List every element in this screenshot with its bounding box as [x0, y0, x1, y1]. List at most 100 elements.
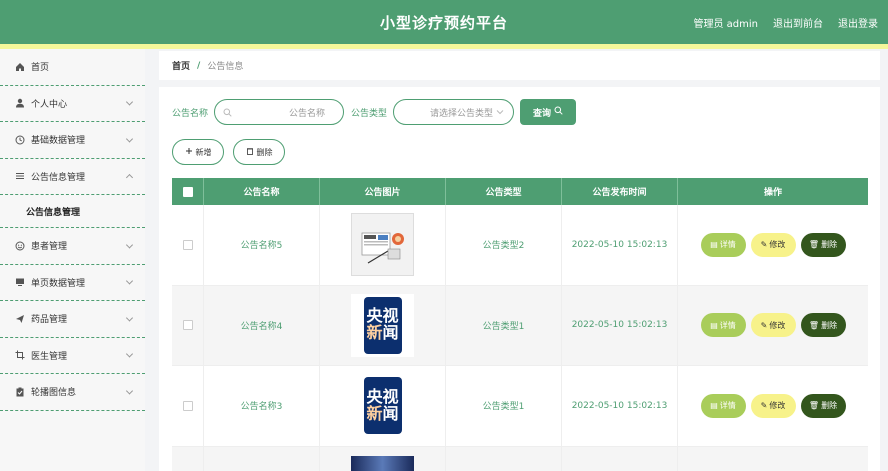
- cctv-news-logo: 央视 新闻: [363, 377, 402, 435]
- sidebar-item-single-page[interactable]: 单页数据管理: [0, 265, 145, 301]
- trash-icon: 🗑: [808, 401, 820, 411]
- chevron-down-icon: [125, 277, 134, 285]
- clock-icon: [15, 135, 25, 145]
- notice-name-input[interactable]: 公告名称: [214, 99, 345, 125]
- sidebar: 首页 个人中心 基础数据管理 公告信息管理 公告信息管理 患者管理 单页数据管理: [0, 49, 145, 471]
- row-check-cell: [172, 285, 204, 365]
- logout-link[interactable]: 退出登录: [838, 15, 878, 30]
- breadcrumb: 首页 / 公告信息: [159, 51, 880, 80]
- chevron-down-icon: [125, 350, 134, 358]
- notice-type-cell: 公告类型2: [446, 205, 562, 285]
- sidebar-item-label: 公告信息管理: [31, 172, 86, 183]
- search-button[interactable]: 查询: [520, 99, 577, 125]
- ops-cell: ▤ 详情 ✎ 修改 🗑 删除: [678, 286, 868, 366]
- trash-icon: [246, 147, 254, 157]
- trash-icon: 🗑: [808, 320, 820, 330]
- row-checkbox[interactable]: [182, 239, 193, 250]
- sidebar-item-label: 药品管理: [31, 315, 68, 326]
- cctv-news-logo-image[interactable]: 央视 新闻: [351, 293, 414, 357]
- detail-button[interactable]: ▤ 详情: [700, 393, 746, 418]
- notice-name-cell: 公告名称5: [204, 205, 320, 285]
- row-checkbox[interactable]: [182, 320, 193, 331]
- edit-label: 修改: [769, 240, 786, 250]
- sidebar-item-home[interactable]: 首页: [0, 49, 145, 86]
- select-all-checkbox[interactable]: [182, 186, 193, 197]
- sidebar-item-label: 医生管理: [31, 351, 68, 362]
- notice-time-cell: [562, 446, 678, 471]
- edit-button[interactable]: ✎ 修改: [750, 232, 796, 257]
- notice-time-cell: 2022-05-10 15:02:13: [562, 285, 678, 365]
- col-header-ops: 操作: [763, 188, 782, 198]
- table-row: 公告名称4 央视 新闻 公告类型1 2022-05-10 15:02:13 ▤ 详…: [172, 285, 868, 366]
- sidebar-item-notice[interactable]: 公告信息管理: [0, 159, 145, 195]
- logo-char: 闻: [382, 403, 399, 423]
- search-icon: [554, 106, 563, 118]
- breadcrumb-home[interactable]: 首页: [172, 59, 190, 72]
- table-row-partial: [172, 446, 868, 471]
- chevron-down-icon: [125, 387, 134, 395]
- sidebar-item-medicine[interactable]: 药品管理: [0, 301, 145, 338]
- notice-image-partial[interactable]: [351, 455, 414, 471]
- notice-time-cell: 2022-05-10 15:02:13: [562, 366, 678, 446]
- delete-button[interactable]: 🗑 删除: [800, 313, 846, 338]
- row-checkbox[interactable]: [182, 400, 193, 411]
- sidebar-item-label: 个人中心: [31, 99, 68, 110]
- col-header-name: 公告名称: [204, 178, 320, 205]
- pencil-icon: ✎: [760, 320, 768, 330]
- logo-char: 闻: [382, 323, 399, 343]
- trash-icon: 🗑: [808, 240, 820, 250]
- delete-button[interactable]: 🗑 删除: [800, 232, 846, 257]
- notice-type-cell: 公告类型1: [446, 366, 562, 446]
- sidebar-item-profile[interactable]: 个人中心: [0, 86, 145, 122]
- col-header-type: 公告类型: [446, 178, 562, 205]
- chevron-down-icon: [496, 108, 504, 119]
- search-bar: 公告名称 公告名称 公告类型 请选择公告类型 查询: [172, 99, 577, 125]
- home-icon: [15, 62, 25, 72]
- admin-user-label: 管理员 admin: [693, 19, 758, 30]
- back-to-front-link[interactable]: 退出到前台: [773, 15, 823, 30]
- crop-icon: [15, 350, 25, 360]
- notice-table: 公告名称 公告图片 公告类型 公告发布时间 操作 公告名称5 公告类型2 202…: [172, 178, 868, 471]
- notice-name-cell: 公告名称3: [204, 366, 320, 446]
- delete-button[interactable]: 🗑 删除: [800, 393, 846, 418]
- detail-button[interactable]: ▤ 详情: [700, 313, 746, 338]
- notice-image-cell: [320, 205, 446, 285]
- sidebar-item-carousel[interactable]: 轮播图信息: [0, 374, 145, 411]
- notice-name-placeholder: 公告名称: [289, 108, 326, 119]
- notice-time-cell: 2022-05-10 15:02:13: [562, 205, 678, 285]
- news-illustration-image[interactable]: [351, 213, 414, 277]
- notice-type-cell: [446, 446, 562, 471]
- sidebar-item-basic-data[interactable]: 基础数据管理: [0, 122, 145, 159]
- detail-label: 详情: [719, 320, 736, 330]
- sidebar-item-label: 基础数据管理: [31, 136, 86, 147]
- sidebar-item-patients[interactable]: 患者管理: [0, 228, 145, 265]
- ops-cell: ▤ 详情 ✎ 修改 🗑 删除: [678, 205, 868, 285]
- sidebar-item-doctors[interactable]: 医生管理: [0, 338, 145, 374]
- delete-label: 删除: [821, 401, 838, 411]
- cctv-news-logo-image[interactable]: 央视 新闻: [351, 374, 414, 438]
- notice-type-select[interactable]: 请选择公告类型: [393, 99, 515, 125]
- detail-button[interactable]: ▤ 详情: [700, 232, 746, 257]
- bulk-delete-button[interactable]: 删除: [233, 139, 285, 165]
- breadcrumb-separator: /: [197, 60, 201, 71]
- doc-icon: ▤: [710, 401, 718, 411]
- edit-button[interactable]: ✎ 修改: [750, 393, 796, 418]
- header-links: 管理员 admin 退出到前台 退出登录: [693, 15, 878, 30]
- row-check-cell: [172, 366, 204, 446]
- notice-name-label: 公告名称: [172, 108, 209, 119]
- ops-cell: ▤ 详情 ✎ 修改 🗑 删除: [678, 366, 868, 446]
- breadcrumb-current: 公告信息: [207, 62, 244, 72]
- edit-button[interactable]: ✎ 修改: [750, 313, 796, 338]
- sidebar-item-label: 轮播图信息: [31, 388, 77, 399]
- doc-icon: ▤: [710, 320, 718, 330]
- chevron-up-icon: [125, 174, 134, 182]
- row-check-cell: [172, 205, 204, 285]
- main-content: 公告名称 公告名称 公告类型 请选择公告类型 查询 新增 删除 公告名称 公告图…: [159, 87, 880, 471]
- sidebar-item-label: 首页: [31, 63, 50, 74]
- clipboard-icon: [15, 387, 25, 397]
- action-bar: 新增 删除: [172, 139, 285, 165]
- delete-label: 删除: [821, 320, 838, 330]
- detail-label: 详情: [719, 240, 736, 250]
- sidebar-subitem-notice-manage[interactable]: 公告信息管理: [0, 195, 145, 228]
- add-button[interactable]: 新增: [172, 139, 224, 165]
